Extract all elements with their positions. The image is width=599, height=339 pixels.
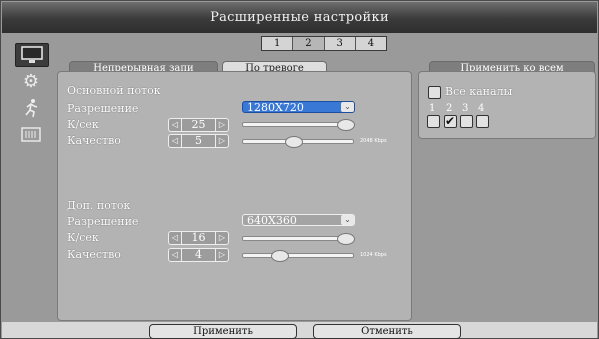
main-resolution-label: Разрешение bbox=[67, 102, 139, 115]
advanced-settings-window: Расширенные настройки 1 2 3 4 ⚙ Непрерыв… bbox=[0, 0, 599, 339]
cancel-button[interactable]: Отменить bbox=[313, 324, 461, 339]
main-resolution-select[interactable]: 1280X720 ⌄ bbox=[242, 101, 355, 114]
main-resolution-value: 1280X720 bbox=[247, 101, 304, 114]
main-stream-header: Основной поток bbox=[67, 84, 161, 97]
main-quality-value: 5 bbox=[181, 135, 216, 147]
running-figure-icon[interactable] bbox=[15, 95, 47, 121]
channel-3-checkbox[interactable] bbox=[460, 115, 473, 128]
channel-1-checkbox[interactable] bbox=[427, 115, 440, 128]
gear-icon[interactable]: ⚙ bbox=[15, 68, 47, 94]
checkmark-icon: ✔ bbox=[445, 114, 456, 128]
main-fps-label: К/сек bbox=[67, 118, 99, 131]
sub-fps-label: К/сек bbox=[67, 231, 99, 244]
main-quality-stepper[interactable]: ◁ 5 ▷ bbox=[168, 134, 229, 148]
page-tab-4[interactable]: 4 bbox=[356, 37, 386, 50]
sub-quality-value: 4 bbox=[181, 249, 216, 261]
sub-resolution-label: Разрешение bbox=[67, 215, 139, 228]
main-quality-slider[interactable] bbox=[242, 136, 354, 148]
sub-fps-stepper[interactable]: ◁ 16 ▷ bbox=[168, 231, 229, 245]
sub-fps-slider-knob[interactable] bbox=[337, 233, 355, 245]
sub-resolution-select[interactable]: 640X360 ⌄ bbox=[242, 214, 355, 227]
apply-button[interactable]: Применить bbox=[149, 324, 297, 339]
channel-2-label: 2 bbox=[446, 103, 453, 114]
chevron-right-icon[interactable]: ▷ bbox=[216, 249, 228, 261]
channel-4-checkbox[interactable] bbox=[476, 115, 489, 128]
page-tab-1[interactable]: 1 bbox=[262, 37, 294, 50]
page-tab-3[interactable]: 3 bbox=[325, 37, 356, 50]
sub-fps-slider[interactable] bbox=[242, 233, 355, 245]
sub-bitrate: 1024 Kbps bbox=[360, 252, 387, 258]
main-fps-value: 25 bbox=[181, 119, 216, 131]
chevron-right-icon[interactable]: ▷ bbox=[216, 119, 228, 131]
window-title: Расширенные настройки bbox=[2, 2, 597, 33]
chevron-left-icon[interactable]: ◁ bbox=[169, 232, 181, 244]
sub-quality-slider[interactable] bbox=[242, 250, 354, 262]
channel-1-label: 1 bbox=[429, 103, 436, 114]
chevron-left-icon[interactable]: ◁ bbox=[169, 249, 181, 261]
sidebar: ⚙ bbox=[11, 43, 51, 149]
network-icon[interactable] bbox=[15, 122, 47, 148]
apply-to-all-panel bbox=[418, 71, 596, 139]
channel-4-label: 4 bbox=[478, 103, 485, 114]
main-quality-slider-knob[interactable] bbox=[285, 136, 303, 148]
all-channels-checkbox[interactable] bbox=[428, 86, 441, 99]
sub-stream-header: Доп. поток bbox=[67, 199, 131, 212]
chevron-right-icon[interactable]: ▷ bbox=[216, 232, 228, 244]
sub-fps-value: 16 bbox=[181, 232, 216, 244]
chevron-left-icon[interactable]: ◁ bbox=[169, 135, 181, 147]
sub-resolution-value: 640X360 bbox=[247, 214, 297, 227]
chevron-down-icon: ⌄ bbox=[341, 102, 354, 112]
sub-quality-stepper[interactable]: ◁ 4 ▷ bbox=[168, 248, 229, 262]
all-channels-label: Все каналы bbox=[445, 85, 513, 98]
main-bitrate: 2048 Kbps bbox=[360, 138, 387, 144]
main-fps-slider-knob[interactable] bbox=[337, 119, 355, 131]
page-tab-2[interactable]: 2 bbox=[293, 37, 325, 50]
sub-quality-label: Качество bbox=[67, 248, 121, 261]
main-quality-label: Качество bbox=[67, 134, 121, 147]
sub-quality-slider-knob[interactable] bbox=[271, 250, 289, 262]
chevron-left-icon[interactable]: ◁ bbox=[169, 119, 181, 131]
chevron-down-icon: ⌄ bbox=[341, 215, 354, 225]
bottom-bar: Применить Отменить bbox=[2, 322, 597, 339]
channel-3-label: 3 bbox=[462, 103, 469, 114]
channel-2-checkbox[interactable]: ✔ bbox=[444, 115, 457, 128]
main-fps-stepper[interactable]: ◁ 25 ▷ bbox=[168, 118, 229, 132]
monitor-icon[interactable] bbox=[15, 43, 49, 67]
page-tabs: 1 2 3 4 bbox=[261, 36, 387, 51]
main-fps-slider[interactable] bbox=[242, 119, 355, 131]
chevron-right-icon[interactable]: ▷ bbox=[216, 135, 228, 147]
